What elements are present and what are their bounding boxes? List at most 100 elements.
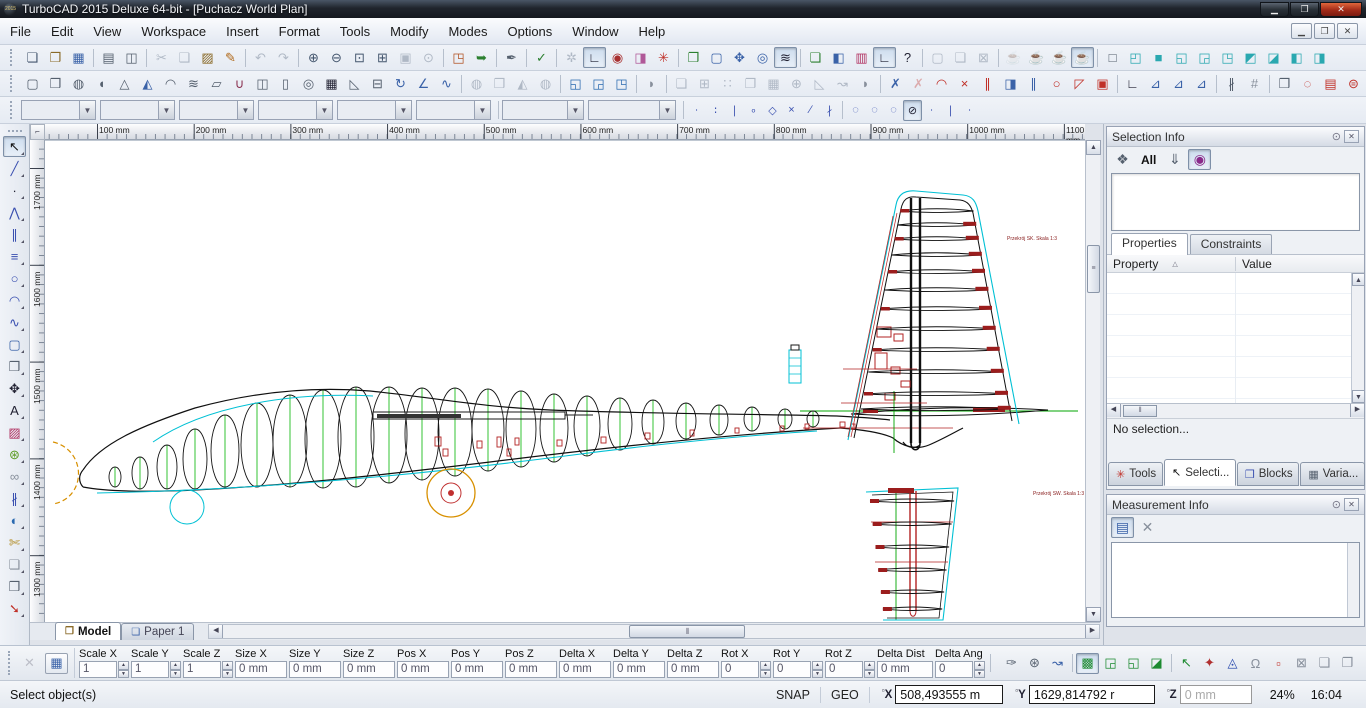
clip-tool[interactable]: ❒ (1273, 73, 1296, 94)
menu-window[interactable]: Window (562, 20, 628, 43)
field-scale-y[interactable]: Scale Y1▲▼ (131, 648, 181, 678)
select-crossing[interactable]: ⊠ (972, 47, 995, 68)
property-table-hscroll[interactable]: ◀ ⦀ ▶ (1107, 404, 1364, 419)
draft-mode-6[interactable]: ◳ (1216, 47, 1239, 68)
chevron-down-icon[interactable]: ▼ (79, 101, 95, 119)
no-snap[interactable]: ⊘ (903, 100, 922, 121)
new-file[interactable]: ❏ (21, 47, 44, 68)
table-scroll-down[interactable]: ▼ (1352, 390, 1364, 403)
spinner[interactable]: ▲▼ (760, 661, 771, 678)
spinner[interactable]: ▲▼ (170, 661, 181, 678)
dock-tab-tools[interactable]: ✳Tools (1108, 462, 1163, 486)
spell-check[interactable]: ✓ (530, 47, 553, 68)
zoom-in[interactable]: ⊕ (302, 47, 325, 68)
tab-properties[interactable]: Properties (1111, 233, 1188, 255)
ruler-origin-button[interactable]: ⌐ (30, 124, 45, 140)
entity-info[interactable]: ❖ (1111, 149, 1134, 170)
surface-sphere[interactable]: ◍ (465, 73, 488, 94)
canvas-vertical-scrollbar[interactable]: ▲ ≡ ▼ (1085, 140, 1100, 622)
boolean-subtract[interactable]: ◲ (587, 73, 610, 94)
field-pos-y[interactable]: Pos Y0 mm (451, 648, 503, 678)
chevron-down-icon[interactable]: ▼ (158, 101, 174, 119)
snap-arc-1[interactable]: ◌ (846, 100, 865, 121)
disc-3d[interactable]: ◎ (297, 73, 320, 94)
field-pos-z[interactable]: Pos Z0 mm (505, 648, 557, 678)
wedge-tool[interactable]: ◗ (854, 73, 877, 94)
filter-all[interactable]: All (1136, 149, 1161, 170)
drawing-canvas[interactable]: Przekrój SK. Skala 1:3 Przekrój SW. Skal… (45, 140, 1085, 622)
facet-tool[interactable]: ◗ (640, 73, 663, 94)
line-tool[interactable]: ╱ (3, 158, 26, 179)
select-window[interactable]: ❏ (949, 47, 972, 68)
scroll-right-button[interactable]: ▶ (1085, 625, 1099, 638)
pin-icon[interactable]: ⊙ (1332, 498, 1341, 511)
field-pos-z-input[interactable]: 0 mm (505, 661, 557, 678)
boolean-intersect[interactable]: ◳ (610, 73, 633, 94)
measurement-content[interactable] (1111, 542, 1360, 618)
array-copy[interactable]: ❏ (670, 73, 693, 94)
table-scroll-right[interactable]: ▶ (1350, 404, 1364, 417)
cone-3d[interactable]: △ (113, 73, 136, 94)
arc-tool[interactable]: ◠ (930, 73, 953, 94)
field-delta-dist[interactable]: Delta Dist0 mm (877, 648, 933, 678)
double-line-tool[interactable]: ∥ (1022, 73, 1045, 94)
field-size-z-input[interactable]: 0 mm (343, 661, 395, 678)
snap-quadrant[interactable]: ◇ (763, 100, 782, 121)
prism[interactable]: ◭ (136, 73, 159, 94)
calculator-button[interactable]: ▦ (45, 653, 68, 674)
style-combo-6[interactable]: ▼ (416, 100, 491, 120)
material-styles[interactable]: ▥ (850, 47, 873, 68)
polyline-tool[interactable]: ⋀ (3, 202, 26, 223)
tab-paper1[interactable]: ❏Paper 1 (121, 623, 194, 640)
snap-c[interactable]: ∙ (960, 100, 979, 121)
field-rot-x[interactable]: Rot X0▲▼ (721, 648, 771, 678)
scroll-left-button[interactable]: ◀ (209, 625, 223, 638)
image-tool[interactable]: ▨ (3, 422, 26, 443)
dock-tab-selection[interactable]: ↖Selecti... (1164, 459, 1236, 486)
y-coordinate-field[interactable]: 1629,814792 r (1029, 685, 1155, 704)
layers-tool[interactable]: ❒ (3, 576, 26, 597)
trim-double[interactable]: ✗ (884, 73, 907, 94)
window-restore-button[interactable]: ❐ (1290, 2, 1319, 17)
field-delta-ang-input[interactable]: 0 (935, 661, 973, 678)
surface-boxes[interactable]: ❒ (488, 73, 511, 94)
menu-insert[interactable]: Insert (216, 20, 269, 43)
draft-mode-5[interactable]: ◲ (1193, 47, 1216, 68)
chevron-down-icon[interactable]: ▼ (237, 101, 253, 119)
marquee-tool[interactable]: ▫ (1267, 653, 1290, 674)
draft-mode-2[interactable]: ◰ (1124, 47, 1147, 68)
menu-tools[interactable]: Tools (330, 20, 380, 43)
redo[interactable]: ↷ (272, 47, 295, 68)
mdi-restore-button[interactable]: ❐ (1314, 23, 1335, 39)
measure-table[interactable]: ▤ (1111, 517, 1134, 538)
horizontal-scroll-thumb[interactable]: ⦀ (629, 625, 745, 638)
array-dots[interactable]: ∷ (716, 73, 739, 94)
spinner[interactable]: ▲▼ (222, 661, 233, 678)
style-combo-5[interactable]: ▼ (337, 100, 412, 120)
solid-box-tool[interactable]: ❒ (3, 356, 26, 377)
select-rect-tool[interactable]: ❏ (3, 554, 26, 575)
field-rot-y[interactable]: Rot Y0▲▼ (773, 648, 823, 678)
render-draft[interactable]: ☕ (1048, 47, 1071, 68)
snap-intersection[interactable]: × (782, 100, 801, 121)
ghost-tool[interactable]: Ω (1244, 653, 1267, 674)
field-rot-z-input[interactable]: 0 (825, 661, 863, 678)
pyramid-3d[interactable]: ◺ (343, 73, 366, 94)
gesture-tool[interactable]: ◉ (606, 47, 629, 68)
snap-line-1[interactable]: ∕ (801, 100, 820, 121)
zoom-extents[interactable]: ⊞ (371, 47, 394, 68)
highlight-eye[interactable]: ◉ (1188, 149, 1211, 170)
draft-mode-8[interactable]: ◪ (1262, 47, 1285, 68)
trim-tool[interactable]: ∦ (3, 488, 26, 509)
field-scale-x[interactable]: Scale X1▲▼ (79, 648, 129, 678)
array-stamp[interactable]: ❐ (739, 73, 762, 94)
dock-tab-variables[interactable]: ▦Varia... (1300, 462, 1365, 486)
box-3d[interactable]: ▢ (21, 73, 44, 94)
field-delta-x[interactable]: Delta X0 mm (559, 648, 611, 678)
helix-3d[interactable]: ∿ (435, 73, 458, 94)
sphere-3d[interactable]: ◍ (67, 73, 90, 94)
text-tool[interactable]: A (3, 400, 26, 421)
snap-center[interactable]: ∘ (744, 100, 763, 121)
box-edit[interactable]: ❒ (44, 73, 67, 94)
field-delta-z[interactable]: Delta Z0 mm (667, 648, 719, 678)
